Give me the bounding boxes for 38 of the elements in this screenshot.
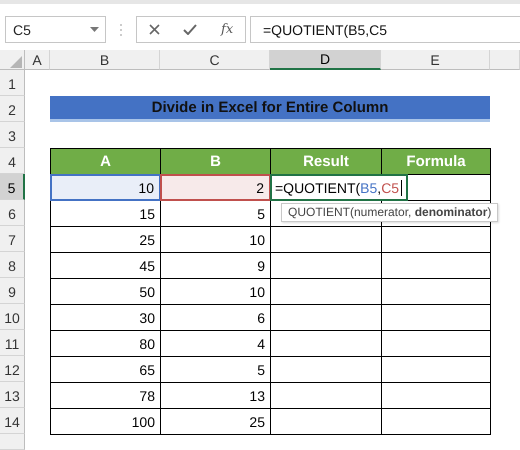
- row-header[interactable]: 7: [0, 226, 25, 252]
- table-header: A: [50, 148, 161, 175]
- row-header[interactable]: 13: [0, 382, 25, 408]
- table-cell: 2: [160, 174, 271, 201]
- row-header[interactable]: 14: [0, 408, 25, 434]
- column-header[interactable]: [490, 50, 520, 70]
- table-header: Result: [270, 148, 382, 175]
- name-box[interactable]: C5: [5, 16, 106, 43]
- column-header[interactable]: A: [25, 50, 50, 70]
- function-tooltip: QUOTIENT(numerator, denominator): [281, 203, 498, 222]
- row-header[interactable]: 3: [0, 122, 25, 148]
- row-header[interactable]: 11: [0, 330, 25, 356]
- table-header: B: [160, 148, 271, 175]
- column-header[interactable]: C: [160, 50, 270, 70]
- column-header[interactable]: B: [50, 50, 160, 70]
- row-header[interactable]: 5: [0, 174, 25, 200]
- table-header: Formula: [381, 148, 491, 175]
- select-all-icon[interactable]: [10, 56, 22, 68]
- formula-field[interactable]: =QUOTIENT(B5,C5: [250, 16, 520, 43]
- row-header[interactable]: 12: [0, 356, 25, 382]
- grip-icon: [119, 22, 123, 38]
- row-header[interactable]: 2: [0, 96, 25, 122]
- row-header[interactable]: 10: [0, 304, 25, 330]
- title-banner: Divide in Excel for Entire Column: [50, 96, 490, 122]
- cancel-icon[interactable]: [148, 24, 160, 35]
- row-header[interactable]: 4: [0, 148, 25, 174]
- row-header[interactable]: [0, 434, 25, 450]
- table-cell: 10: [50, 174, 161, 201]
- dropdown-caret-icon: [90, 27, 99, 32]
- insert-function-button[interactable]: fx: [221, 22, 234, 37]
- row-header[interactable]: 9: [0, 278, 25, 304]
- row-header[interactable]: 8: [0, 252, 25, 278]
- column-header[interactable]: D: [270, 50, 381, 70]
- column-header[interactable]: E: [381, 50, 490, 70]
- cell-formula[interactable]: =QUOTIENT(B5,C5: [270, 174, 408, 201]
- row-header[interactable]: 6: [0, 200, 25, 226]
- checkmark-icon[interactable]: [183, 24, 198, 35]
- row-header[interactable]: 1: [0, 70, 25, 96]
